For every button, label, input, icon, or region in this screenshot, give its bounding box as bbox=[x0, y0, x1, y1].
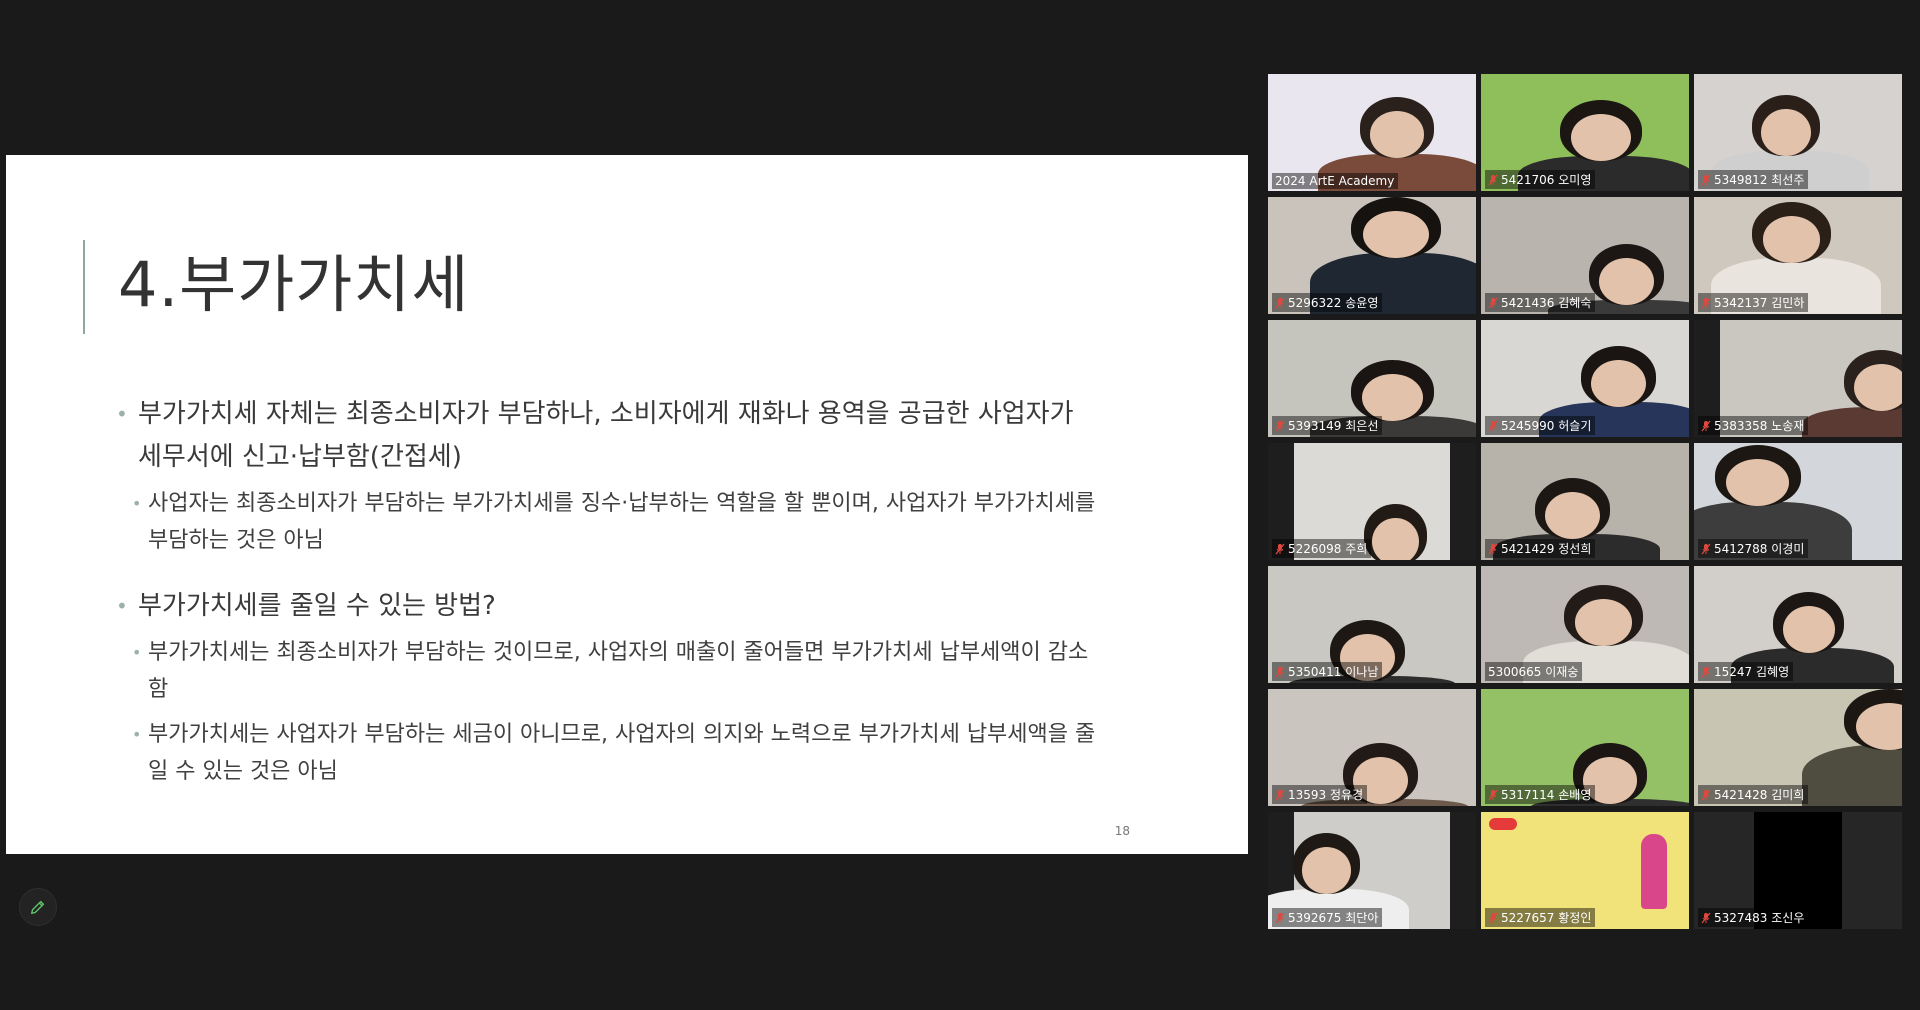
participant-tile[interactable]: 2024 ArtE Academy bbox=[1268, 74, 1476, 191]
mic-off-icon bbox=[1488, 789, 1498, 800]
participant-name-label: 5317114 손배영 bbox=[1485, 785, 1596, 804]
participant-tile[interactable]: 5227657 황정인 bbox=[1481, 812, 1689, 929]
participant-name: 5342137 김민하 bbox=[1714, 296, 1805, 310]
participant-name-label: 2024 ArtE Academy bbox=[1272, 173, 1399, 189]
participant-name: 5393149 최은선 bbox=[1288, 419, 1379, 433]
mic-off-icon bbox=[1488, 420, 1498, 431]
mic-off-icon bbox=[1488, 912, 1498, 923]
participant-name: 5226098 주희 bbox=[1288, 542, 1368, 556]
mic-off-icon bbox=[1275, 297, 1285, 308]
bullet-level1: 부가가치세를 줄일 수 있는 방법? bbox=[114, 585, 1104, 628]
participant-tile[interactable]: 5300665 이재숭 bbox=[1481, 566, 1689, 683]
mic-off-icon bbox=[1488, 297, 1498, 308]
mic-off-icon bbox=[1275, 543, 1285, 554]
participant-tile[interactable]: 13593 정유경 bbox=[1268, 689, 1476, 806]
participant-tile[interactable]: 5327483 조신우 bbox=[1694, 812, 1902, 929]
participant-tile[interactable]: 5421706 오미영 bbox=[1481, 74, 1689, 191]
mic-off-icon bbox=[1701, 543, 1711, 554]
participant-name: 5421436 김혜숙 bbox=[1501, 296, 1592, 310]
participant-tile[interactable]: 15247 김혜영 bbox=[1694, 566, 1902, 683]
participant-name-label: 5227657 황정인 bbox=[1485, 908, 1596, 927]
participant-tile[interactable]: 5412788 이경미 bbox=[1694, 443, 1902, 560]
participant-name-label: 5392675 최단아 bbox=[1272, 908, 1383, 927]
live-banner-icon bbox=[1489, 818, 1517, 830]
participant-name: 13593 정유경 bbox=[1288, 788, 1364, 802]
mic-off-icon bbox=[1701, 174, 1711, 185]
participant-name: 5412788 이경미 bbox=[1714, 542, 1805, 556]
participant-name: 15247 김혜영 bbox=[1714, 665, 1790, 679]
slide-page-number: 18 bbox=[1114, 824, 1130, 838]
participant-tile[interactable]: 5226098 주희 bbox=[1268, 443, 1476, 560]
bullet-level2: 부가가치세는 사업자가 부담하는 세금이 아니므로, 사업자의 의지와 노력으로… bbox=[114, 716, 1104, 790]
participant-name-label: 5327483 조신우 bbox=[1698, 908, 1809, 927]
participant-tile[interactable]: 5245990 허슬기 bbox=[1481, 320, 1689, 437]
participant-name: 5421706 오미영 bbox=[1501, 173, 1592, 187]
participant-tile[interactable]: 5296322 송윤영 bbox=[1268, 197, 1476, 314]
participant-name-label: 15247 김혜영 bbox=[1698, 662, 1794, 681]
bullet-level1: 부가가치세 자체는 최종소비자가 부담하나, 소비자에게 재화나 용역을 공급한… bbox=[114, 393, 1104, 479]
participant-name: 5327483 조신우 bbox=[1714, 911, 1805, 925]
participant-name-label: 5393149 최은선 bbox=[1272, 416, 1383, 435]
mic-off-icon bbox=[1275, 666, 1285, 677]
participant-name: 5349812 최선주 bbox=[1714, 173, 1805, 187]
mic-off-icon bbox=[1488, 543, 1498, 554]
mic-off-icon bbox=[1701, 912, 1711, 923]
participant-name: 5421428 김미희 bbox=[1714, 788, 1805, 802]
participant-name-label: 5300665 이재숭 bbox=[1485, 662, 1583, 681]
participant-name-label: 5342137 김민하 bbox=[1698, 293, 1809, 312]
mic-off-icon bbox=[1275, 789, 1285, 800]
participant-tile[interactable]: 5392675 최단아 bbox=[1268, 812, 1476, 929]
title-accent-line bbox=[83, 240, 85, 334]
shared-slide: 4.부가가치세 부가가치세 자체는 최종소비자가 부담하나, 소비자에게 재화나… bbox=[6, 155, 1248, 854]
participant-name-label: 5296322 송윤영 bbox=[1272, 293, 1383, 312]
character-illustration bbox=[1641, 834, 1667, 909]
participant-name: 5350411 이나남 bbox=[1288, 665, 1379, 679]
participant-name: 5383358 노송재 bbox=[1714, 419, 1805, 433]
participant-tile[interactable]: 5317114 손배영 bbox=[1481, 689, 1689, 806]
participant-tile[interactable]: 5383358 노송재 bbox=[1694, 320, 1902, 437]
participant-name: 5296322 송윤영 bbox=[1288, 296, 1379, 310]
participant-tile[interactable]: 5421428 김미희 bbox=[1694, 689, 1902, 806]
bullet-level2: 부가가치세는 최종소비자가 부담하는 것이므로, 사업자의 매출이 줄어들면 부… bbox=[114, 634, 1104, 708]
annotate-button[interactable] bbox=[19, 888, 57, 926]
participant-tile[interactable]: 5393149 최은선 bbox=[1268, 320, 1476, 437]
participant-name-label: 5412788 이경미 bbox=[1698, 539, 1809, 558]
participant-name: 5317114 손배영 bbox=[1501, 788, 1592, 802]
mic-off-icon bbox=[1275, 912, 1285, 923]
participant-name-label: 5421706 오미영 bbox=[1485, 170, 1596, 189]
participant-tile[interactable]: 5342137 김민하 bbox=[1694, 197, 1902, 314]
participant-name: 5245990 허슬기 bbox=[1501, 419, 1592, 433]
participant-name-label: 5349812 최선주 bbox=[1698, 170, 1809, 189]
participant-name-label: 5245990 허슬기 bbox=[1485, 416, 1596, 435]
mic-off-icon bbox=[1701, 420, 1711, 431]
mic-off-icon bbox=[1701, 666, 1711, 677]
participant-tile[interactable]: 5349812 최선주 bbox=[1694, 74, 1902, 191]
participant-name: 5227657 황정인 bbox=[1501, 911, 1592, 925]
bullet-level2: 사업자는 최종소비자가 부담하는 부가가치세를 징수·납부하는 역할을 할 뿐이… bbox=[114, 485, 1104, 559]
participant-name: 5392675 최단아 bbox=[1288, 911, 1379, 925]
slide-body: 부가가치세 자체는 최종소비자가 부담하나, 소비자에게 재화나 용역을 공급한… bbox=[114, 393, 1104, 798]
participant-name-label: 13593 정유경 bbox=[1272, 785, 1368, 804]
participant-tile[interactable]: 5350411 이나남 bbox=[1268, 566, 1476, 683]
mic-off-icon bbox=[1701, 297, 1711, 308]
participant-name-label: 5350411 이나남 bbox=[1272, 662, 1383, 681]
slide-title: 4.부가가치세 bbox=[118, 248, 470, 321]
participant-name: 5300665 이재숭 bbox=[1488, 665, 1579, 679]
participant-name-label: 5421436 김혜숙 bbox=[1485, 293, 1596, 312]
participant-name: 5421429 정선희 bbox=[1501, 542, 1592, 556]
participant-gallery: 2024 ArtE Academy 5421706 오미영 5349812 최선주 5… bbox=[1268, 74, 1912, 929]
mic-off-icon bbox=[1275, 420, 1285, 431]
participant-name: 2024 ArtE Academy bbox=[1275, 174, 1395, 188]
participant-tile[interactable]: 5421436 김혜숙 bbox=[1481, 197, 1689, 314]
participant-tile[interactable]: 5421429 정선희 bbox=[1481, 443, 1689, 560]
participant-name-label: 5421429 정선희 bbox=[1485, 539, 1596, 558]
participant-name-label: 5421428 김미희 bbox=[1698, 785, 1809, 804]
mic-off-icon bbox=[1701, 789, 1711, 800]
pencil-icon bbox=[30, 900, 45, 915]
participant-name-label: 5383358 노송재 bbox=[1698, 416, 1809, 435]
participant-name-label: 5226098 주희 bbox=[1272, 539, 1372, 558]
mic-off-icon bbox=[1488, 174, 1498, 185]
